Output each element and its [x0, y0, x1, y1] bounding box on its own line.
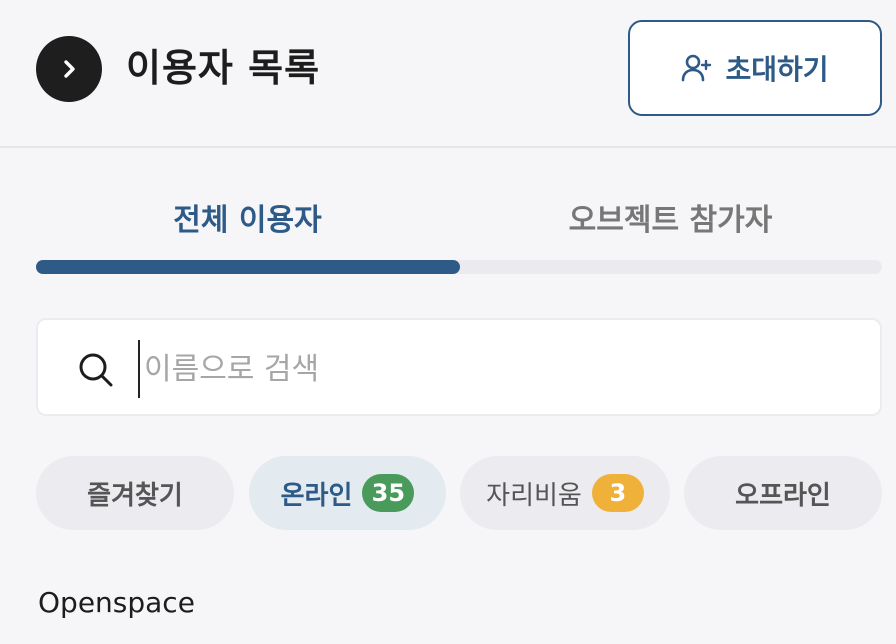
invite-button[interactable]: 초대하기: [628, 20, 882, 116]
section-label: Openspace: [38, 586, 195, 619]
tab-bar: 전체 이용자 오브젝트 참가자: [36, 180, 882, 274]
invite-button-label: 초대하기: [725, 53, 829, 86]
header: 이용자 목록 초대하기: [0, 0, 896, 148]
filter-offline-label: 오프라인: [735, 480, 831, 511]
search-input[interactable]: [138, 340, 846, 398]
user-plus-icon: [682, 54, 712, 82]
filter-away[interactable]: 자리비움 3: [460, 456, 670, 530]
user-list-page: 이용자 목록 초대하기 전체 이용자 오브젝트 참가자 즐겨찾기 온라인 35: [0, 0, 896, 644]
filter-favorites[interactable]: 즐겨찾기: [36, 456, 234, 530]
tab-all-users[interactable]: 전체 이용자: [36, 180, 459, 254]
search-box[interactable]: [36, 318, 882, 416]
filter-chips: 즐겨찾기 온라인 35 자리비움 3 오프라인: [36, 456, 882, 530]
online-count-badge: 35: [362, 474, 415, 512]
filter-offline[interactable]: 오프라인: [684, 456, 882, 530]
filter-favorites-label: 즐겨찾기: [87, 480, 183, 511]
away-count-badge: 3: [591, 474, 644, 512]
page-title: 이용자 목록: [126, 46, 321, 90]
tab-active-indicator: [36, 260, 460, 274]
chevron-right-icon: [64, 60, 75, 78]
search-icon: [79, 353, 113, 387]
filter-online-label: 온라인: [280, 480, 353, 511]
tab-object-participants[interactable]: 오브젝트 참가자: [459, 180, 882, 254]
back-button[interactable]: [36, 36, 102, 102]
filter-away-label: 자리비움: [486, 480, 582, 511]
filter-online[interactable]: 온라인 35: [249, 456, 446, 530]
